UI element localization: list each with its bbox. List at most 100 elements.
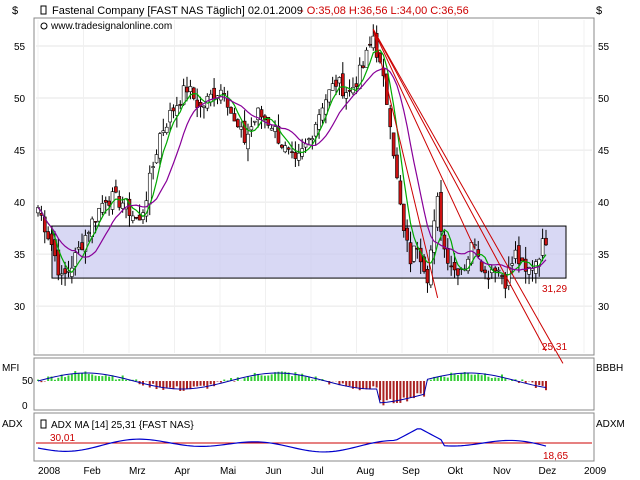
candle-body (103, 200, 108, 203)
candle-body (483, 269, 487, 274)
candle-body (500, 275, 504, 277)
x-tick-10: Nov (493, 466, 511, 477)
candle-body (364, 49, 369, 68)
candle-body (368, 43, 372, 46)
y-tick-right-40: 40 (598, 198, 610, 209)
y-tick-left-40: 40 (14, 198, 26, 209)
candle-body (320, 107, 325, 121)
candle-body (405, 227, 409, 241)
candle-body (425, 269, 430, 284)
candle-body (273, 126, 277, 132)
candle-body (56, 249, 61, 276)
candle-body (449, 265, 453, 268)
candle-body (161, 130, 166, 133)
candle-body (388, 108, 393, 128)
candle-body (63, 268, 67, 274)
candle-body (347, 89, 352, 92)
adx-label: ADX (2, 419, 23, 430)
candle-body (286, 147, 291, 150)
candle-body (412, 245, 416, 262)
candle-body (168, 110, 172, 123)
candle-body (296, 152, 301, 161)
candle-body (540, 238, 545, 256)
candle-body (456, 268, 460, 276)
candle-body (293, 152, 298, 159)
candle-body (371, 35, 376, 49)
candle-body (337, 77, 342, 84)
source-label: www.tradesignalonline.com (50, 21, 172, 32)
mfi-tick-50: 50 (22, 376, 34, 387)
candle-body (100, 203, 105, 213)
candle-body (175, 105, 179, 116)
mfi-tick-0: 0 (22, 401, 28, 412)
candle-body (280, 144, 284, 148)
y-tick-left-30: 30 (14, 302, 26, 313)
candle-body (229, 107, 233, 114)
x-tick-3: Apr (175, 466, 191, 477)
candle-body (395, 154, 399, 179)
candle-body (510, 263, 514, 266)
candle-body (486, 277, 491, 280)
candle-body (147, 172, 152, 205)
x-tick-7: Aug (357, 466, 375, 477)
x-tick-2: Mrz (129, 466, 146, 477)
mfi-label: MFI (2, 363, 19, 374)
y-tick-right-50: 50 (598, 94, 610, 105)
candle-body (154, 154, 159, 164)
y-tick-left-35: 35 (14, 250, 26, 261)
candle-body (93, 221, 98, 223)
candle-body (283, 145, 288, 153)
candle-body (134, 217, 139, 219)
candle-body (188, 86, 193, 92)
candle-body (259, 109, 264, 118)
y-tick-right-30: 30 (598, 302, 610, 313)
candle-body (327, 89, 332, 103)
candle-body (439, 191, 443, 232)
annotation-2531: 25,31 (542, 342, 567, 353)
candle-body (432, 220, 437, 253)
x-tick-8: Sep (402, 466, 420, 477)
x-tick-6: Jul (311, 466, 324, 477)
candle-body (493, 267, 498, 272)
x-tick-4: Mai (220, 466, 236, 477)
candle-body (236, 119, 240, 128)
x-tick-0: 2008 (38, 466, 61, 477)
candle-body (398, 180, 403, 205)
adx-level-left: 30,01 (50, 433, 75, 444)
chart-title: Fastenal Company [FAST NAS Täglich] 02.0… (52, 5, 303, 17)
candle-body (178, 104, 183, 106)
candle-body (334, 79, 338, 87)
candle-body (290, 151, 294, 153)
candle-body (114, 186, 118, 193)
candle-body (496, 269, 501, 272)
candle-body (317, 114, 321, 130)
candle-body (151, 166, 155, 168)
candle-body (131, 215, 135, 221)
candle-body (344, 92, 348, 99)
candle-body (479, 261, 484, 272)
candle-body (202, 105, 206, 108)
candle-body (212, 87, 216, 100)
candle-body (401, 203, 406, 231)
candle-body (164, 126, 169, 133)
candle-body (252, 120, 257, 123)
adx-legend-icon (40, 419, 47, 429)
candle-body (354, 83, 359, 87)
candle-body (158, 133, 162, 159)
candle-body (513, 249, 518, 259)
candle-body (117, 196, 122, 208)
ohlc-values: - O:35,08 H:36,56 L:34,00 C:36,56 (300, 5, 469, 17)
candle-body (445, 248, 450, 264)
candle-body (185, 86, 189, 93)
candle-body (307, 138, 311, 141)
y-tick-right-35: 35 (598, 250, 610, 261)
candle-body (66, 270, 71, 273)
x-tick-12: 2009 (584, 466, 607, 477)
candle-body (80, 242, 84, 251)
candle-body (544, 237, 548, 246)
candle-body (249, 126, 254, 131)
candle-body (46, 231, 50, 240)
candle-body (76, 247, 81, 250)
price-panel (33, 17, 595, 356)
candle-body (239, 126, 243, 130)
